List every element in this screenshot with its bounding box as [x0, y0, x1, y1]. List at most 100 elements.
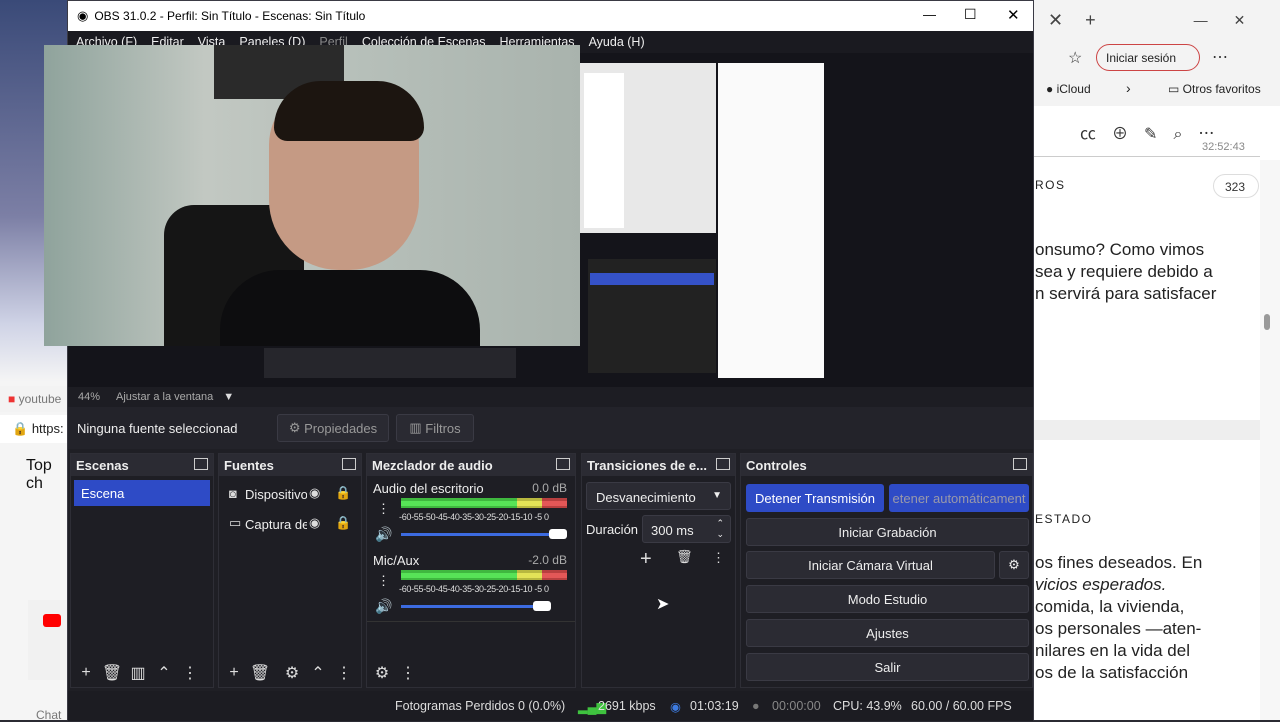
camera-icon: ◙	[229, 486, 237, 501]
virtual-camera-settings-button[interactable]: ⚙	[999, 551, 1029, 579]
spin-arrows-icon[interactable]: ⌃ ⌄	[716, 518, 724, 540]
captions-icon[interactable]: ㏄	[1080, 126, 1112, 143]
gear-icon: ⚙	[288, 420, 301, 435]
volume-slider-knob[interactable]	[533, 601, 551, 611]
speaker-icon[interactable]: 🔊	[375, 598, 392, 615]
trash-icon[interactable]: 🗑	[99, 662, 125, 684]
window-title: OBS 31.0.2 - Perfil: Sin Título - Escena…	[94, 9, 366, 23]
video-thumb[interactable]	[28, 600, 70, 680]
more-vertical-icon[interactable]: ⋮	[395, 662, 421, 684]
signin-button[interactable]: Iniciar sesión	[1096, 44, 1200, 71]
exit-button[interactable]: Salir	[746, 653, 1029, 681]
duration-spinbox[interactable]: 300 ms ⌃ ⌄	[642, 515, 731, 543]
add-icon[interactable]: +	[73, 662, 99, 684]
properties-button[interactable]: ⚙ Propiedades	[277, 414, 389, 442]
eye-icon[interactable]: ◉	[309, 485, 320, 501]
filter-icon[interactable]: ▥	[125, 662, 151, 684]
volume-slider[interactable]	[401, 533, 567, 536]
stop-stream-button[interactable]: Detener Transmisión	[746, 484, 884, 512]
close-window-icon[interactable]: ✕	[1234, 12, 1246, 29]
capture-browser	[718, 63, 824, 378]
chevron-right-icon[interactable]: ›	[1126, 80, 1131, 96]
lock-icon[interactable]: 🔒	[335, 515, 351, 531]
studio-mode-button[interactable]: Modo Estudio	[746, 585, 1029, 613]
gear-icon[interactable]: ⚙	[279, 662, 305, 684]
transitions-dock: Transiciones de e... Desvanecimiento ▼ Du…	[581, 453, 736, 688]
scene-item[interactable]: Escena	[74, 480, 210, 506]
text-line: os de la satisfacción	[1035, 663, 1189, 682]
chevron-up-icon[interactable]: ⌃	[151, 662, 177, 684]
trash-icon[interactable]: 🗑	[676, 549, 693, 565]
dropped-frames: Fotogramas Perdidos 0 (0.0%)	[395, 699, 566, 713]
more-vertical-icon[interactable]: ⋮	[377, 501, 390, 517]
more-vertical-icon[interactable]: ⋮	[712, 550, 725, 566]
channel-db: 0.0 dB	[532, 481, 567, 495]
source-item[interactable]: ▭ Captura de ◉ 🔒	[219, 508, 361, 538]
new-tab-icon[interactable]: +	[1085, 10, 1096, 31]
dock-title: Escenas	[76, 457, 129, 473]
text-line: nilares en la vida del	[1035, 641, 1190, 660]
obs-window: ◉ OBS 31.0.2 - Perfil: Sin Título - Esce…	[44, 0, 1034, 721]
volume-slider-knob[interactable]	[549, 529, 567, 539]
obs-titlebar: ◉ OBS 31.0.2 - Perfil: Sin Título - Esce…	[68, 1, 1033, 31]
undock-icon[interactable]	[342, 458, 356, 470]
scrollbar[interactable]	[1260, 160, 1280, 720]
dock-title: Transiciones de e...	[587, 457, 707, 473]
volume-slider[interactable]	[401, 605, 551, 608]
chevron-up-icon[interactable]: ⌃	[305, 662, 331, 684]
undock-icon[interactable]	[194, 458, 208, 470]
audio-mixer-dock: Mezclador de audio Audio del escritorio …	[366, 453, 576, 688]
eye-icon[interactable]: ◉	[309, 515, 320, 531]
more-vertical-icon[interactable]: ⋮	[331, 662, 357, 684]
gear-icon[interactable]: ⚙	[369, 662, 395, 684]
maximize-icon[interactable]: ☐	[964, 6, 977, 23]
more-vertical-icon[interactable]: ⋮	[377, 573, 390, 589]
scroll-thumb[interactable]	[1264, 314, 1270, 330]
more-vertical-icon[interactable]: ⋮	[177, 662, 203, 684]
browser-titlebar: ✕ + — ✕	[1030, 0, 1280, 40]
text-line: ROS	[1035, 178, 1066, 192]
bookmark-others[interactable]: ▭ Otros favoritos	[1168, 82, 1261, 96]
settings-button[interactable]: Ajustes	[746, 619, 1029, 647]
bookmark-icloud[interactable]: ● iCloud	[1046, 82, 1091, 96]
draw-icon[interactable]: ✎	[1144, 126, 1173, 143]
address-bar[interactable]: 🔒 https:	[0, 415, 70, 443]
text-line: os fines deseados. En	[1035, 553, 1203, 572]
browser-tab[interactable]: ■ youtube	[0, 386, 70, 412]
filter-icon: ▥	[409, 420, 422, 435]
mouse-cursor: ➤	[656, 596, 670, 613]
chevron-down-icon[interactable]: ▼	[223, 391, 234, 403]
add-icon[interactable]: +	[640, 548, 652, 571]
duration-label: Duración	[586, 522, 639, 537]
minimize-icon[interactable]: —	[923, 7, 936, 22]
zoom-icon[interactable]: ⊕	[1112, 126, 1144, 143]
undock-icon[interactable]	[716, 458, 730, 470]
zoom-mode[interactable]: Ajustar a la ventana	[116, 391, 213, 403]
source-toolbar: Ninguna fuente seleccionad ⚙ Propiedades…	[68, 407, 1033, 449]
meter-scale: -60-55-50-45-40-35-30-25-20-15-10 -5 0	[399, 584, 549, 594]
menu-help[interactable]: Ayuda (H)	[589, 35, 645, 49]
search-icon[interactable]: ⌕	[1173, 126, 1198, 143]
filters-button[interactable]: ▥ Filtros	[396, 414, 474, 442]
channel-name: Mic/Aux	[373, 553, 420, 568]
minimize-icon[interactable]: —	[1194, 12, 1208, 28]
text-line: ESTADO	[1035, 512, 1093, 526]
source-item[interactable]: ◙ Dispositivo ◉ 🔒	[219, 478, 361, 508]
transition-select[interactable]: Desvanecimiento ▼	[586, 482, 731, 510]
virtual-camera-button[interactable]: Iniciar Cámara Virtual	[746, 551, 995, 579]
more-icon[interactable]: ⋯	[1212, 47, 1228, 67]
speaker-icon[interactable]: 🔊	[375, 526, 392, 543]
undock-icon[interactable]	[556, 458, 570, 470]
add-icon[interactable]: +	[221, 662, 247, 684]
trash-icon[interactable]: 🗑	[247, 662, 273, 684]
start-recording-button[interactable]: Iniciar Grabación	[746, 518, 1029, 546]
close-tab-icon[interactable]: ✕	[1048, 10, 1063, 31]
scenes-dock: Escenas Escena + 🗑 ▥ ⌃ ⋮	[70, 453, 214, 688]
auto-stop-button[interactable]: etener automáticament	[889, 484, 1029, 512]
close-icon[interactable]: ✕	[1007, 6, 1020, 24]
dock-title: Fuentes	[224, 457, 274, 473]
undock-icon[interactable]	[1013, 458, 1027, 470]
bitrate: 2691 kbps	[598, 699, 656, 713]
favorites-star-icon[interactable]: ☆	[1068, 48, 1082, 68]
lock-icon[interactable]: 🔒	[335, 485, 351, 501]
